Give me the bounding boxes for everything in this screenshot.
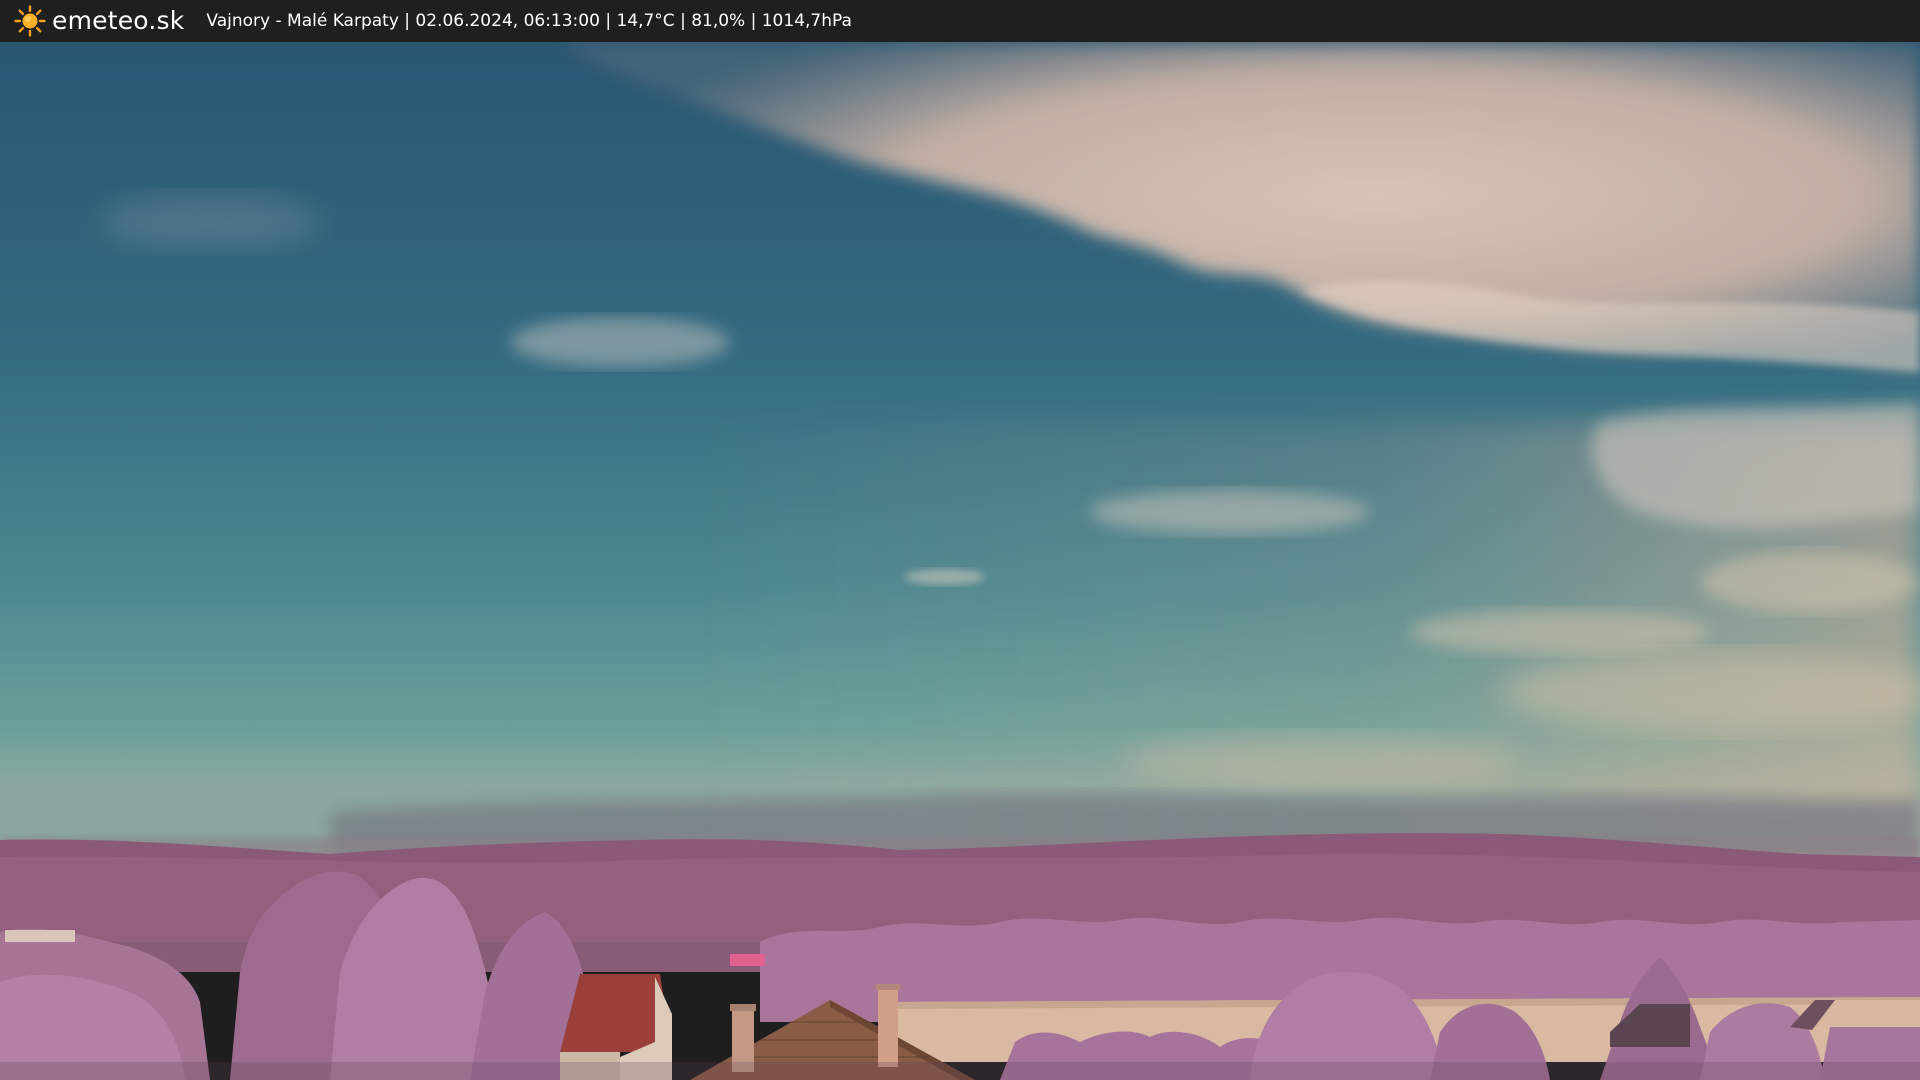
webcam-frame: emeteo.sk Vajnory - Malé Karpaty | 02.06… <box>0 0 1920 1080</box>
webcam-header-bar: emeteo.sk Vajnory - Malé Karpaty | 02.06… <box>0 0 1920 42</box>
weather-caption: Vajnory - Malé Karpaty | 02.06.2024, 06:… <box>206 11 852 31</box>
sun-icon <box>14 5 46 37</box>
webcam-image <box>0 42 1920 1080</box>
brand-name[interactable]: emeteo.sk <box>52 0 184 42</box>
